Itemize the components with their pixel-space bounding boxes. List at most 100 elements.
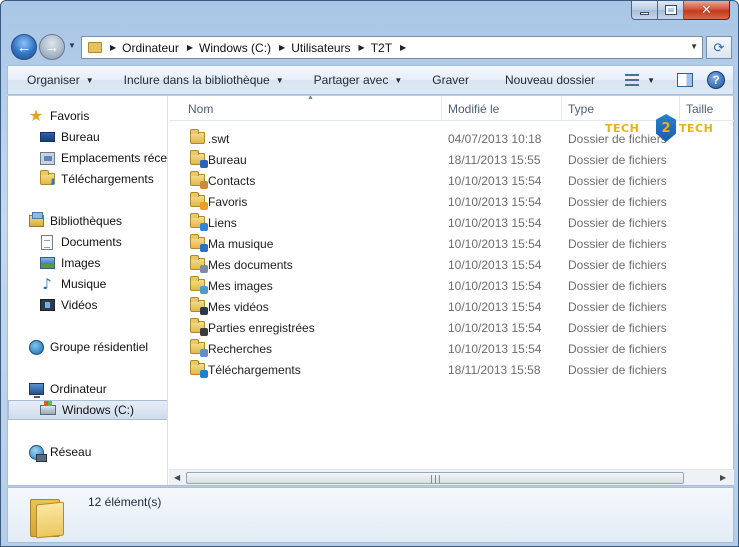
- scrollbar-thumb[interactable]: |||: [186, 472, 684, 484]
- downloads-folder-icon: ⬇: [39, 170, 57, 187]
- nav-computer[interactable]: Ordinateur: [8, 379, 167, 399]
- downloads-folder-icon: [190, 360, 208, 378]
- table-row[interactable]: Mes vidéos 10/10/2013 15:54 Dossier de fic…: [169, 296, 734, 317]
- preview-pane-button[interactable]: [677, 73, 693, 87]
- burn-button[interactable]: Graver: [412, 73, 479, 87]
- desktop-folder-icon: [190, 150, 208, 168]
- nav-desktop[interactable]: Bureau: [8, 127, 167, 147]
- nav-libraries[interactable]: Bibliothèques: [8, 211, 167, 231]
- column-header-name-label: Nom: [188, 101, 214, 116]
- nav-computer-label: Ordinateur: [50, 382, 107, 396]
- address-dropdown-button[interactable]: ▼: [690, 42, 698, 51]
- logo-text-center: 2: [661, 120, 671, 136]
- nav-downloads[interactable]: ⬇ Téléchargements: [8, 169, 167, 189]
- change-view-button[interactable]: ▼: [621, 74, 659, 86]
- table-row[interactable]: Parties enregistrées 10/10/2013 15:54 Doss…: [169, 317, 734, 338]
- minimize-button[interactable]: [631, 1, 658, 20]
- file-type: Dossier de fichiers: [568, 194, 667, 209]
- breadcrumb-separator[interactable]: ▶: [110, 43, 116, 52]
- favorites-folder-icon: [190, 192, 208, 210]
- file-name: Bureau: [208, 152, 247, 167]
- breadcrumb-ordinateur[interactable]: Ordinateur: [122, 41, 179, 55]
- back-button[interactable]: ←: [11, 34, 37, 60]
- logo-text-right: TECH: [679, 122, 714, 135]
- column-header-modified[interactable]: Modifié le: [442, 96, 562, 121]
- column-header-name[interactable]: Nom: [182, 96, 442, 121]
- nav-network-label: Réseau: [50, 445, 92, 459]
- file-type: Dossier de fichiers: [568, 152, 667, 167]
- folder-icon: [88, 42, 102, 53]
- breadcrumb-separator[interactable]: ▶: [279, 43, 285, 52]
- explorer-window: ✕ ← → ▼ ▶ Ordinateur ▶ Windows (C:) ▶ Ut…: [0, 0, 739, 547]
- file-type: Dossier de fichiers: [568, 320, 667, 335]
- horizontal-scrollbar[interactable]: ◀ ||| ▶: [169, 469, 734, 485]
- pictures-folder-icon: [190, 276, 208, 294]
- nav-favorites[interactable]: ★ Favoris: [8, 106, 167, 126]
- file-type: Dossier de fichiers: [568, 278, 667, 293]
- refresh-button[interactable]: ⟳: [706, 36, 732, 59]
- table-row[interactable]: Mes images 10/10/2013 15:54 Dossier de fic…: [169, 275, 734, 296]
- table-row[interactable]: Ma musique 10/10/2013 15:54 Dossier de fic…: [169, 233, 734, 254]
- forward-button[interactable]: →: [39, 34, 65, 60]
- nav-music-label: Musique: [61, 277, 107, 291]
- nav-documents[interactable]: Documents: [8, 232, 167, 252]
- file-modified-date: 10/10/2013 15:54: [448, 320, 542, 335]
- refresh-icon: ⟳: [713, 39, 725, 55]
- breadcrumb-separator[interactable]: ▶: [359, 43, 365, 52]
- file-list-pane[interactable]: ▲ Nom Modifié le Type Taille .swt 04/07/2…: [169, 96, 734, 485]
- address-bar[interactable]: ▶ Ordinateur ▶ Windows (C:) ▶ Utilisateu…: [81, 36, 703, 59]
- nav-recent-places[interactable]: Emplacements récents: [8, 148, 167, 168]
- recent-pages-dropdown[interactable]: ▼: [68, 41, 76, 50]
- breadcrumb-separator[interactable]: ▶: [187, 43, 193, 52]
- nav-network[interactable]: Réseau: [8, 442, 167, 462]
- grip-icon: |||: [429, 473, 441, 483]
- large-folder-icon: [30, 499, 66, 539]
- table-row[interactable]: Recherches 10/10/2013 15:54 Dossier de fic…: [169, 338, 734, 359]
- breadcrumb-windows-c[interactable]: Windows (C:): [199, 41, 271, 55]
- navigation-pane[interactable]: ★ Favoris Bureau Emplacements récents ⬇ …: [8, 96, 168, 485]
- nav-windows-c[interactable]: Windows (C:): [8, 400, 167, 420]
- nav-homegroup[interactable]: Groupe résidentiel: [8, 337, 167, 357]
- file-modified-date: 04/07/2013 10:18: [448, 131, 542, 146]
- network-icon: [28, 444, 47, 462]
- nav-images[interactable]: Images: [8, 253, 167, 273]
- nav-videos[interactable]: Vidéos: [8, 295, 167, 315]
- folder-icon: [190, 129, 205, 144]
- file-modified-date: 18/11/2013 15:55: [448, 152, 541, 167]
- chevron-down-icon: ▼: [85, 75, 94, 85]
- organise-label: Organiser: [27, 73, 80, 87]
- table-row[interactable]: Téléchargements 18/11/2013 15:58 Dossier d…: [169, 359, 734, 380]
- breadcrumb-separator[interactable]: ▶: [400, 43, 406, 52]
- saved-games-folder-icon: [190, 318, 208, 336]
- computer-icon: [28, 381, 44, 398]
- file-name: Mes documents: [208, 257, 293, 272]
- scroll-left-arrow[interactable]: ◀: [174, 473, 180, 482]
- file-modified-date: 10/10/2013 15:54: [448, 278, 542, 293]
- maximize-icon: [664, 5, 677, 15]
- table-row[interactable]: Contacts 10/10/2013 15:54 Dossier de fichi…: [169, 170, 734, 191]
- file-modified-date: 10/10/2013 15:54: [448, 299, 542, 314]
- table-row[interactable]: Bureau 18/11/2013 15:55 Dossier de fichier…: [169, 149, 734, 170]
- scroll-right-arrow[interactable]: ▶: [720, 473, 726, 482]
- share-with-button[interactable]: Partager avec ▼: [294, 73, 413, 87]
- table-row[interactable]: Liens 10/10/2013 15:54 Dossier de fichiers: [169, 212, 734, 233]
- file-type: Dossier de fichiers: [568, 257, 667, 272]
- nav-documents-label: Documents: [61, 235, 122, 249]
- breadcrumb-t2t[interactable]: T2T: [371, 41, 392, 55]
- help-button[interactable]: ?: [707, 71, 725, 89]
- logo-badge: 2: [656, 114, 676, 142]
- table-row[interactable]: Mes documents 10/10/2013 15:54 Dossier de …: [169, 254, 734, 275]
- music-icon: ♪: [42, 274, 52, 293]
- details-pane: 12 élément(s): [7, 487, 734, 543]
- table-row[interactable]: Favoris 10/10/2013 15:54 Dossier de fichie…: [169, 191, 734, 212]
- library-icon: [28, 212, 44, 229]
- nav-music[interactable]: ♪ Musique: [8, 274, 167, 294]
- file-name: Téléchargements: [208, 362, 301, 377]
- file-name: Recherches: [208, 341, 273, 356]
- breadcrumb-utilisateurs[interactable]: Utilisateurs: [291, 41, 350, 55]
- close-button[interactable]: ✕: [684, 1, 730, 20]
- include-in-library-button[interactable]: Inclure dans la bibliothèque ▼: [104, 73, 294, 87]
- new-folder-button[interactable]: Nouveau dossier: [479, 73, 605, 87]
- maximize-button[interactable]: [658, 1, 684, 20]
- organise-button[interactable]: Organiser ▼: [8, 73, 104, 87]
